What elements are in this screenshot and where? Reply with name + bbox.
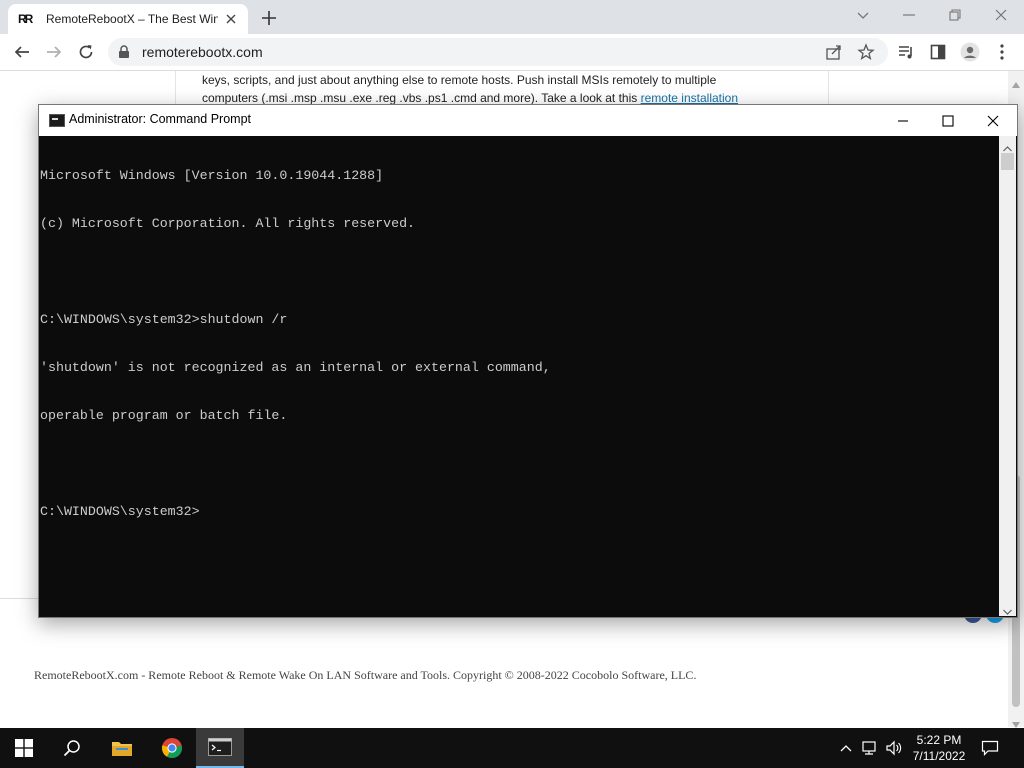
console-prompt-line[interactable]: C:\WINDOWS\system32> xyxy=(40,504,998,520)
network-icon[interactable] xyxy=(860,738,880,758)
profile-avatar-icon[interactable] xyxy=(960,42,980,62)
share-icon[interactable] xyxy=(824,43,844,61)
chrome-button[interactable] xyxy=(148,728,196,768)
clock-time: 5:22 PM xyxy=(916,733,962,747)
notifications-icon[interactable] xyxy=(980,738,1000,758)
browser-tabstrip: RR RemoteRebootX – The Best Wind xyxy=(0,0,1024,34)
cmd-scrollbar[interactable] xyxy=(999,136,1016,616)
side-panel-icon[interactable] xyxy=(928,42,948,62)
cmd-console-output[interactable]: Microsoft Windows [Version 10.0.19044.12… xyxy=(40,136,998,614)
clock-date: 7/11/2022 xyxy=(912,749,966,763)
bookmark-star-icon[interactable] xyxy=(856,43,876,61)
remote-installation-link[interactable]: remote installation xyxy=(641,91,738,105)
taskbar: 5:22 PM 7/11/2022 xyxy=(0,728,1024,768)
page-paragraph: keys, scripts, and just about anything e… xyxy=(202,71,812,107)
cmd-maximize-button[interactable] xyxy=(925,105,971,136)
reload-icon[interactable] xyxy=(76,42,96,62)
volume-icon[interactable] xyxy=(884,738,904,758)
chrome-icon xyxy=(161,738,183,759)
show-hidden-icons-chevron-icon[interactable] xyxy=(836,738,856,758)
file-explorer-button[interactable] xyxy=(98,728,146,768)
command-prompt-window[interactable]: Administrator: Command Prompt Microsoft … xyxy=(38,104,1018,618)
cmd-minimize-button[interactable] xyxy=(880,105,926,136)
close-tab-icon[interactable] xyxy=(222,10,240,28)
system-clock[interactable]: 5:22 PM 7/11/2022 xyxy=(904,732,974,764)
windows-logo-icon xyxy=(15,739,33,757)
page-footer: RemoteRebootX.com - Remote Reboot & Remo… xyxy=(34,668,697,682)
lock-icon xyxy=(118,45,130,64)
search-button[interactable] xyxy=(48,728,96,768)
browser-minimize-button[interactable] xyxy=(894,4,924,26)
folder-icon xyxy=(112,742,132,756)
tab-search-chevron-icon[interactable] xyxy=(848,4,878,26)
scroll-up-arrow-icon[interactable] xyxy=(1012,75,1020,93)
console-line: C:\WINDOWS\system32>shutdown /r xyxy=(40,312,288,327)
cmd-window-title: Administrator: Command Prompt xyxy=(69,112,252,126)
forward-arrow-icon[interactable] xyxy=(44,42,64,62)
browser-restore-button[interactable] xyxy=(940,4,970,26)
new-tab-button[interactable] xyxy=(258,7,280,29)
search-icon xyxy=(63,740,80,757)
console-line: Microsoft Windows [Version 10.0.19044.12… xyxy=(40,168,384,183)
cmd-close-button[interactable] xyxy=(970,105,1016,136)
start-button[interactable] xyxy=(0,728,48,768)
site-favicon-icon: RR xyxy=(18,12,33,26)
browser-menu-icon[interactable] xyxy=(992,42,1012,62)
media-queue-icon[interactable] xyxy=(896,42,916,62)
command-prompt-taskbar-button[interactable] xyxy=(196,728,244,768)
command-prompt-icon xyxy=(49,114,65,127)
cmd-titlebar[interactable]: Administrator: Command Prompt xyxy=(39,105,1017,136)
browser-close-button[interactable] xyxy=(986,4,1016,26)
paragraph-line-1: keys, scripts, and just about anything e… xyxy=(202,73,717,87)
browser-tab[interactable]: RR RemoteRebootX – The Best Wind xyxy=(8,4,248,34)
back-arrow-icon[interactable] xyxy=(12,42,32,62)
url-text: remoterebootx.com xyxy=(142,44,263,60)
tab-title: RemoteRebootX – The Best Wind xyxy=(46,12,218,26)
page-divider xyxy=(0,598,38,599)
console-line: 'shutdown' is not recognized as an inter… xyxy=(40,360,551,375)
console-line: operable program or batch file. xyxy=(40,408,288,423)
console-line: (c) Microsoft Corporation. All rights re… xyxy=(40,216,416,231)
address-bar[interactable]: remoterebootx.com xyxy=(108,38,888,66)
cmd-scroll-thumb[interactable] xyxy=(1001,153,1014,170)
browser-toolbar: remoterebootx.com xyxy=(0,34,1024,71)
cmd-scroll-down-icon[interactable] xyxy=(1003,602,1012,620)
terminal-icon xyxy=(208,738,232,756)
